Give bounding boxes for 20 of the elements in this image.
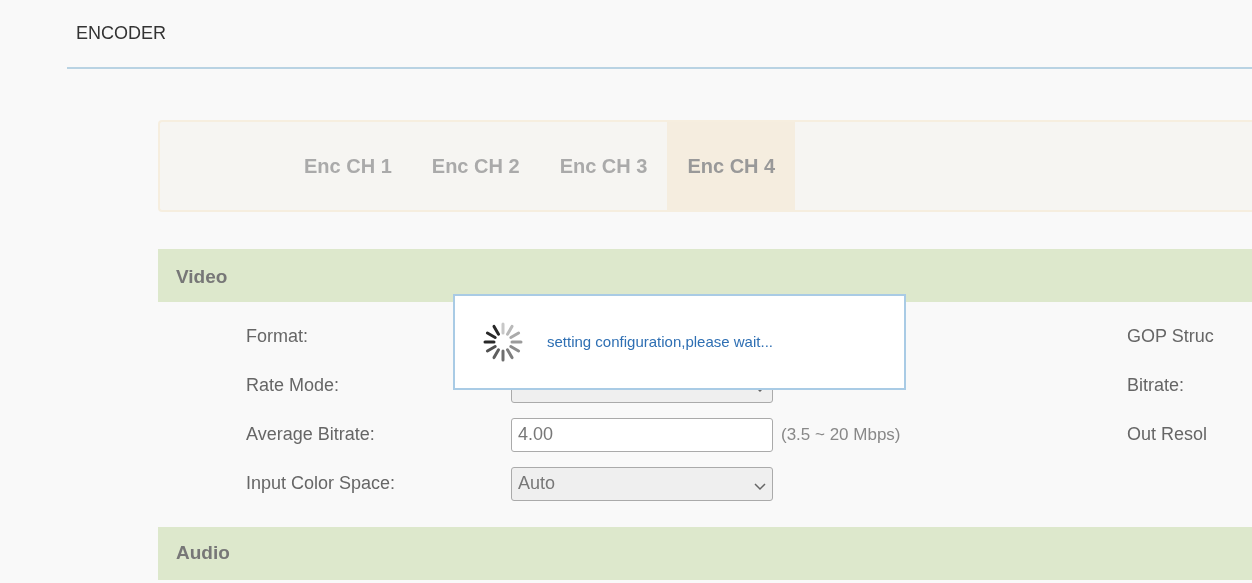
channel-tab[interactable]: Enc CH 4 [667,122,796,210]
field-label: Average Bitrate: [246,423,376,446]
field-label: Input Color Space: [246,472,397,495]
section-title: Video [176,266,228,287]
field-label: Out Resol [1127,423,1209,446]
input-field[interactable]: 4.00 [511,417,773,452]
chevron-icon [754,482,766,491]
field-label: Bitrate: [1127,374,1186,397]
channel-tab[interactable]: Enc CH 3 [539,122,668,210]
channel-tab[interactable]: Enc CH 2 [411,122,540,210]
spinner-icon [483,322,523,362]
section-title: Audio [176,542,230,563]
field-label: Format: [246,325,309,348]
loading-message: setting configuration,please wait... [547,331,773,352]
select-field[interactable]: Auto [511,466,773,501]
field-label: Rate Mode: [246,374,341,397]
channel-tab[interactable]: Enc CH 1 [284,122,412,210]
page-title: ENCODER [76,23,166,43]
field-label: GOP Struc [1127,325,1214,348]
range-hint: (3.5 ~ 20 Mbps) [781,423,901,446]
